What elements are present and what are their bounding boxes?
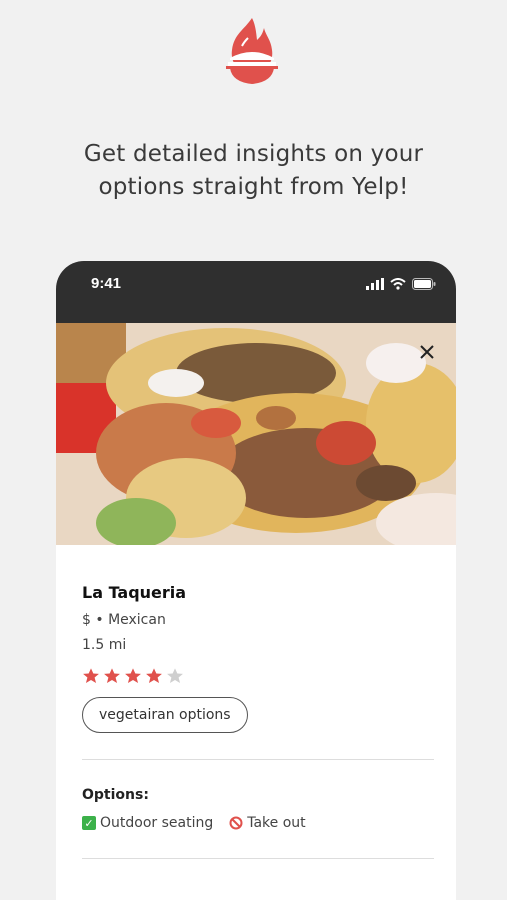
headline: Get detailed insights on your options st…: [0, 138, 507, 204]
close-button[interactable]: [416, 341, 438, 363]
status-time: 9:41: [91, 275, 122, 292]
star-icon: [125, 668, 141, 684]
divider: [82, 759, 434, 760]
star-icon: [104, 668, 120, 684]
close-icon: [420, 345, 434, 359]
option-take-out: Take out: [229, 815, 306, 831]
star-icon: [83, 668, 99, 684]
options-list: ✓ Outdoor seating Take out: [82, 815, 432, 831]
option-label: Outdoor seating: [100, 815, 214, 831]
headline-line-1: Get detailed insights on your: [83, 141, 424, 167]
headline-line-2: options straight from Yelp!: [98, 174, 409, 200]
phone-mockup: 9:41 La Taqueria $ • Mexican 1.5 mi vege…: [56, 261, 456, 900]
price-cuisine: $ • Mexican: [82, 612, 166, 628]
distance: 1.5 mi: [82, 637, 127, 653]
status-bar: 9:41: [56, 261, 456, 323]
restaurant-photo: [56, 323, 456, 545]
star-rating: [82, 667, 432, 685]
battery-icon: [412, 278, 436, 290]
signal-icon: [366, 278, 384, 290]
app-logo-icon: [222, 16, 282, 92]
star-icon: [167, 668, 183, 684]
restaurant-card: La Taqueria $ • Mexican 1.5 mi vegetaira…: [56, 583, 456, 859]
restaurant-name: La Taqueria: [82, 583, 187, 602]
star-icon: [146, 668, 162, 684]
options-title: Options:: [82, 787, 149, 803]
check-icon: ✓: [82, 816, 96, 830]
status-icons: [366, 278, 436, 290]
divider: [82, 858, 434, 859]
wifi-icon: [390, 278, 406, 290]
tag-chip[interactable]: vegetairan options: [82, 697, 248, 733]
option-label: Take out: [247, 815, 306, 831]
option-outdoor-seating: ✓ Outdoor seating: [82, 815, 213, 831]
prohibited-icon: [229, 816, 243, 830]
